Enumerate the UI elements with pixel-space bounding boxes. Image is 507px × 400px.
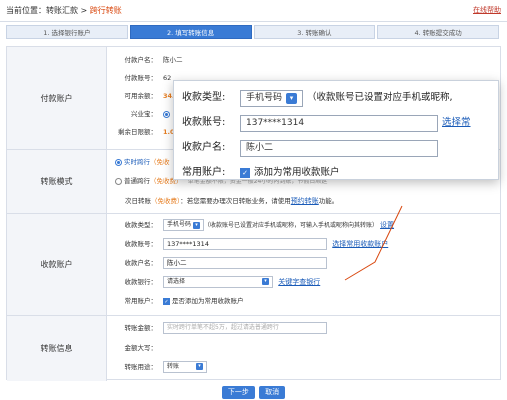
annotation-arrow [344,205,403,281]
next-button[interactable]: 下一步 [221,386,255,399]
zoom-name-label: 收款户名: [182,142,226,153]
zoom-common-checkbox[interactable]: ✓ [240,168,250,178]
zoom-common-text: 添加为常用收款账户 [254,167,340,178]
zoom-common-label: 常用账户: [182,167,226,178]
zoom-account-row: 收款账号: 137****1314 选择常 [182,112,471,134]
form-actions: 下一步 取消 [0,386,507,399]
cancel-button[interactable]: 取消 [259,386,286,399]
zoom-callout: 收款类型: 手机号码 ▾ （收款账号已设置对应手机或昵称, 收款账号: 137****1… [173,80,499,180]
zoom-type-value: 手机号码 [246,92,283,103]
zoom-name-input[interactable]: 陈小二 [240,139,438,157]
zoom-name-row: 收款户名: 陈小二 [182,137,438,159]
zoom-account-link[interactable]: 选择常 [442,117,471,128]
chevron-down-icon: ▾ [286,92,298,104]
zoom-account-input[interactable]: 137****1314 [240,114,438,132]
zoom-common-row: 常用账户: ✓ 添加为常用收款账户 [182,162,340,179]
zoom-type-row: 收款类型: 手机号码 ▾ （收款账号已设置对应手机或昵称, [182,87,453,109]
zoom-account-label: 收款账号: [182,117,226,128]
zoom-type-label: 收款类型: [182,92,226,103]
zoom-type-select[interactable]: 手机号码 ▾ [240,89,304,107]
zoom-type-note: （收款账号已设置对应手机或昵称, [307,92,453,103]
